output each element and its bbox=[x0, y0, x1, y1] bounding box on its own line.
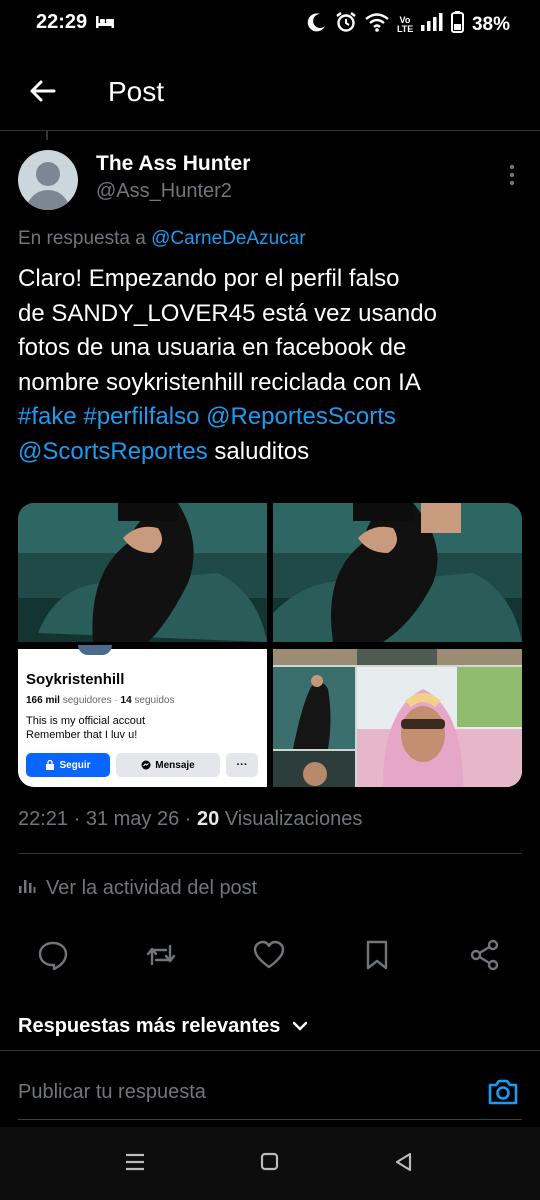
analytics-icon bbox=[18, 876, 36, 900]
back-arrow-icon[interactable] bbox=[26, 74, 60, 108]
fb-follow-stats: 166 mil seguidores · 14 seguidos bbox=[26, 695, 175, 706]
volte-icon: Vo LTE bbox=[396, 15, 414, 34]
alarm-icon bbox=[335, 11, 357, 39]
hashtag-perfilfalso[interactable]: #perfilfalso bbox=[83, 403, 199, 430]
reply-target-link[interactable]: @CarneDeAzucar bbox=[151, 228, 305, 249]
fb-follow-button[interactable]: Seguir bbox=[26, 753, 110, 777]
activity-label: Ver la actividad del post bbox=[46, 876, 258, 899]
more-options-icon[interactable] bbox=[508, 164, 516, 186]
reply-prefix: En respuesta a bbox=[18, 228, 152, 249]
messenger-icon bbox=[141, 760, 151, 770]
replies-sort-dropdown[interactable]: Respuestas más relevantes bbox=[18, 1015, 308, 1038]
status-bar: 22:29 Vo LTE 38% bbox=[0, 0, 540, 48]
system-nav-bar bbox=[0, 1127, 540, 1200]
recent-apps-icon[interactable] bbox=[124, 1151, 146, 1173]
camera-icon[interactable] bbox=[486, 1075, 520, 1109]
reply-context: En respuesta a @CarneDeAzucar bbox=[18, 228, 306, 250]
share-icon[interactable] bbox=[468, 938, 504, 974]
nav-back-icon[interactable] bbox=[393, 1151, 415, 1173]
lock-icon bbox=[46, 760, 55, 770]
page-title: Post bbox=[108, 76, 165, 107]
views-count: 20 bbox=[197, 808, 220, 830]
chevron-down-icon bbox=[292, 1015, 308, 1038]
replies-sort-label: Respuestas más relevantes bbox=[18, 1015, 281, 1037]
hashtag-fake[interactable]: #fake bbox=[18, 403, 77, 430]
reply-input[interactable]: Publicar tu respuesta bbox=[18, 1081, 206, 1104]
moon-icon bbox=[307, 12, 327, 38]
fb-profile-name: Soykristenhill bbox=[26, 671, 125, 688]
media-photo-2[interactable] bbox=[273, 503, 522, 642]
signal-icon bbox=[420, 13, 443, 37]
repost-icon[interactable] bbox=[144, 938, 180, 974]
battery-icon bbox=[450, 11, 464, 39]
battery-percent: 38% bbox=[471, 14, 510, 35]
like-heart-icon[interactable] bbox=[252, 938, 288, 974]
post-text-line: de SANDY_LOVER45 está vez usando bbox=[18, 299, 437, 327]
thread-connector bbox=[46, 130, 48, 140]
post-text-line: fotos de una usuaria en facebook de bbox=[18, 334, 407, 361]
avatar[interactable] bbox=[18, 150, 78, 210]
fb-more-button[interactable]: ··· bbox=[226, 753, 258, 777]
mention-reportesscorts[interactable]: @ReportesScorts bbox=[206, 403, 396, 430]
post-text-closing: saluditos bbox=[207, 437, 310, 465]
author-name[interactable]: The Ass Hunter bbox=[96, 152, 250, 176]
post-actions bbox=[0, 938, 540, 978]
reply-input-underline bbox=[18, 1119, 522, 1120]
reply-composer[interactable]: Publicar tu respuesta bbox=[0, 1050, 540, 1127]
media-grid[interactable]: Soykristenhill 166 mil seguidores · 14 s… bbox=[18, 503, 522, 787]
facebook-profile-card[interactable]: Soykristenhill 166 mil seguidores · 14 s… bbox=[18, 645, 267, 787]
author-handle[interactable]: @Ass_Hunter2 bbox=[96, 180, 232, 203]
post-activity-link[interactable]: Ver la actividad del post bbox=[18, 876, 257, 900]
home-icon[interactable] bbox=[259, 1151, 281, 1173]
mention-scortsreportes[interactable]: @ScortsReportes bbox=[18, 438, 208, 465]
post-text-line: nombre soykristenhill reciclada con IA bbox=[18, 368, 421, 396]
views-label: Visualizaciones bbox=[224, 808, 363, 830]
post-text-line: Claro! Empezando por el perfil falso bbox=[18, 265, 400, 292]
fb-message-button[interactable]: Mensaje bbox=[116, 753, 220, 777]
post-text: Claro! Empezando por el perfil falso de … bbox=[18, 262, 518, 469]
reply-icon[interactable] bbox=[36, 938, 72, 974]
divider bbox=[18, 853, 522, 854]
post-timestamp[interactable]: 22:21 · 31 may 26 · 20 Visualizaciones bbox=[18, 808, 362, 831]
fb-bio: This is my official accout Remember that… bbox=[26, 715, 146, 741]
media-photo-collage[interactable] bbox=[273, 649, 522, 787]
sleep-mode-icon bbox=[96, 15, 114, 33]
post-header: Post bbox=[0, 60, 540, 131]
bookmark-icon[interactable] bbox=[360, 938, 396, 974]
media-photo-1[interactable] bbox=[18, 503, 267, 642]
wifi-icon bbox=[365, 12, 389, 38]
status-time: 22:29 bbox=[36, 11, 88, 33]
